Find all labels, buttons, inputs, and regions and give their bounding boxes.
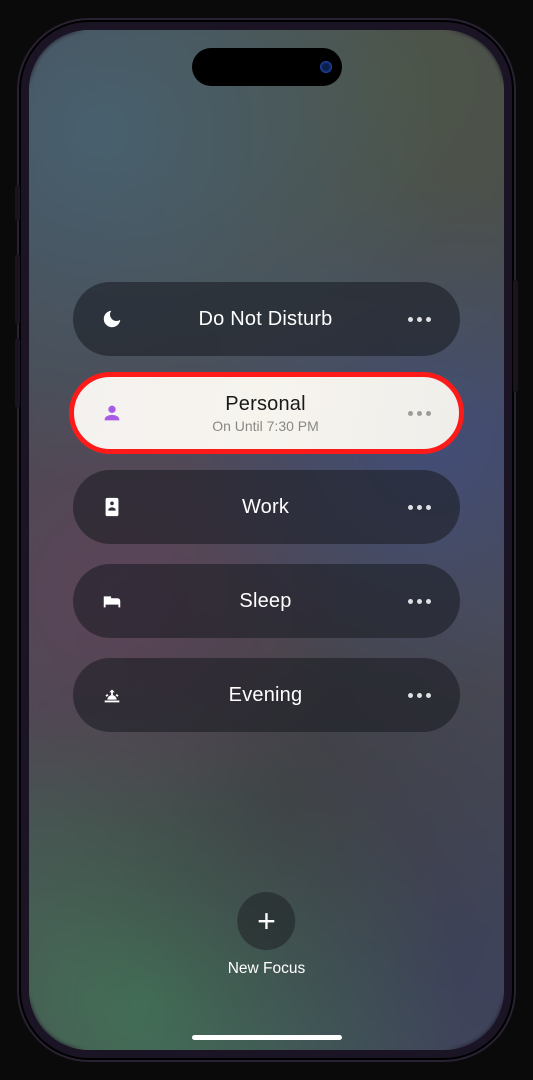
focus-item-dnd[interactable]: Do Not Disturb: [73, 282, 460, 356]
new-focus-label: New Focus: [228, 960, 306, 978]
focus-item-label: Do Not Disturb: [199, 308, 333, 331]
home-indicator[interactable]: [192, 1035, 342, 1040]
moon-icon: [97, 308, 127, 330]
focus-item-label: Sleep: [239, 590, 291, 613]
front-camera: [320, 61, 332, 73]
focus-item-work[interactable]: Work: [73, 470, 460, 544]
focus-item-sublabel: On Until 7:30 PM: [212, 418, 319, 434]
bed-icon: [97, 590, 127, 612]
focus-item-evening[interactable]: Evening: [73, 658, 460, 732]
dynamic-island: [192, 48, 342, 86]
more-button[interactable]: [404, 317, 434, 322]
person-icon: [97, 402, 127, 424]
phone-frame: Do Not Disturb Personal On Until 7:30 PM: [19, 20, 514, 1060]
more-button[interactable]: [404, 599, 434, 604]
focus-item-label: Evening: [229, 684, 303, 707]
sunset-icon: [97, 684, 127, 706]
screen: Do Not Disturb Personal On Until 7:30 PM: [29, 30, 504, 1050]
volume-up-button: [15, 254, 20, 324]
mute-switch: [15, 185, 20, 221]
focus-item-label: Work: [242, 496, 289, 519]
more-button[interactable]: [404, 505, 434, 510]
focus-item-personal[interactable]: Personal On Until 7:30 PM: [73, 376, 460, 450]
badge-icon: [97, 496, 127, 518]
new-focus: + New Focus: [228, 892, 306, 978]
power-button: [513, 280, 518, 392]
focus-item-label: Personal: [225, 393, 306, 416]
volume-down-button: [15, 338, 20, 408]
more-button[interactable]: [404, 693, 434, 698]
focus-list: Do Not Disturb Personal On Until 7:30 PM: [29, 282, 504, 732]
focus-item-sleep[interactable]: Sleep: [73, 564, 460, 638]
new-focus-button[interactable]: +: [238, 892, 296, 950]
more-button[interactable]: [404, 411, 434, 416]
plus-icon: +: [257, 903, 276, 940]
